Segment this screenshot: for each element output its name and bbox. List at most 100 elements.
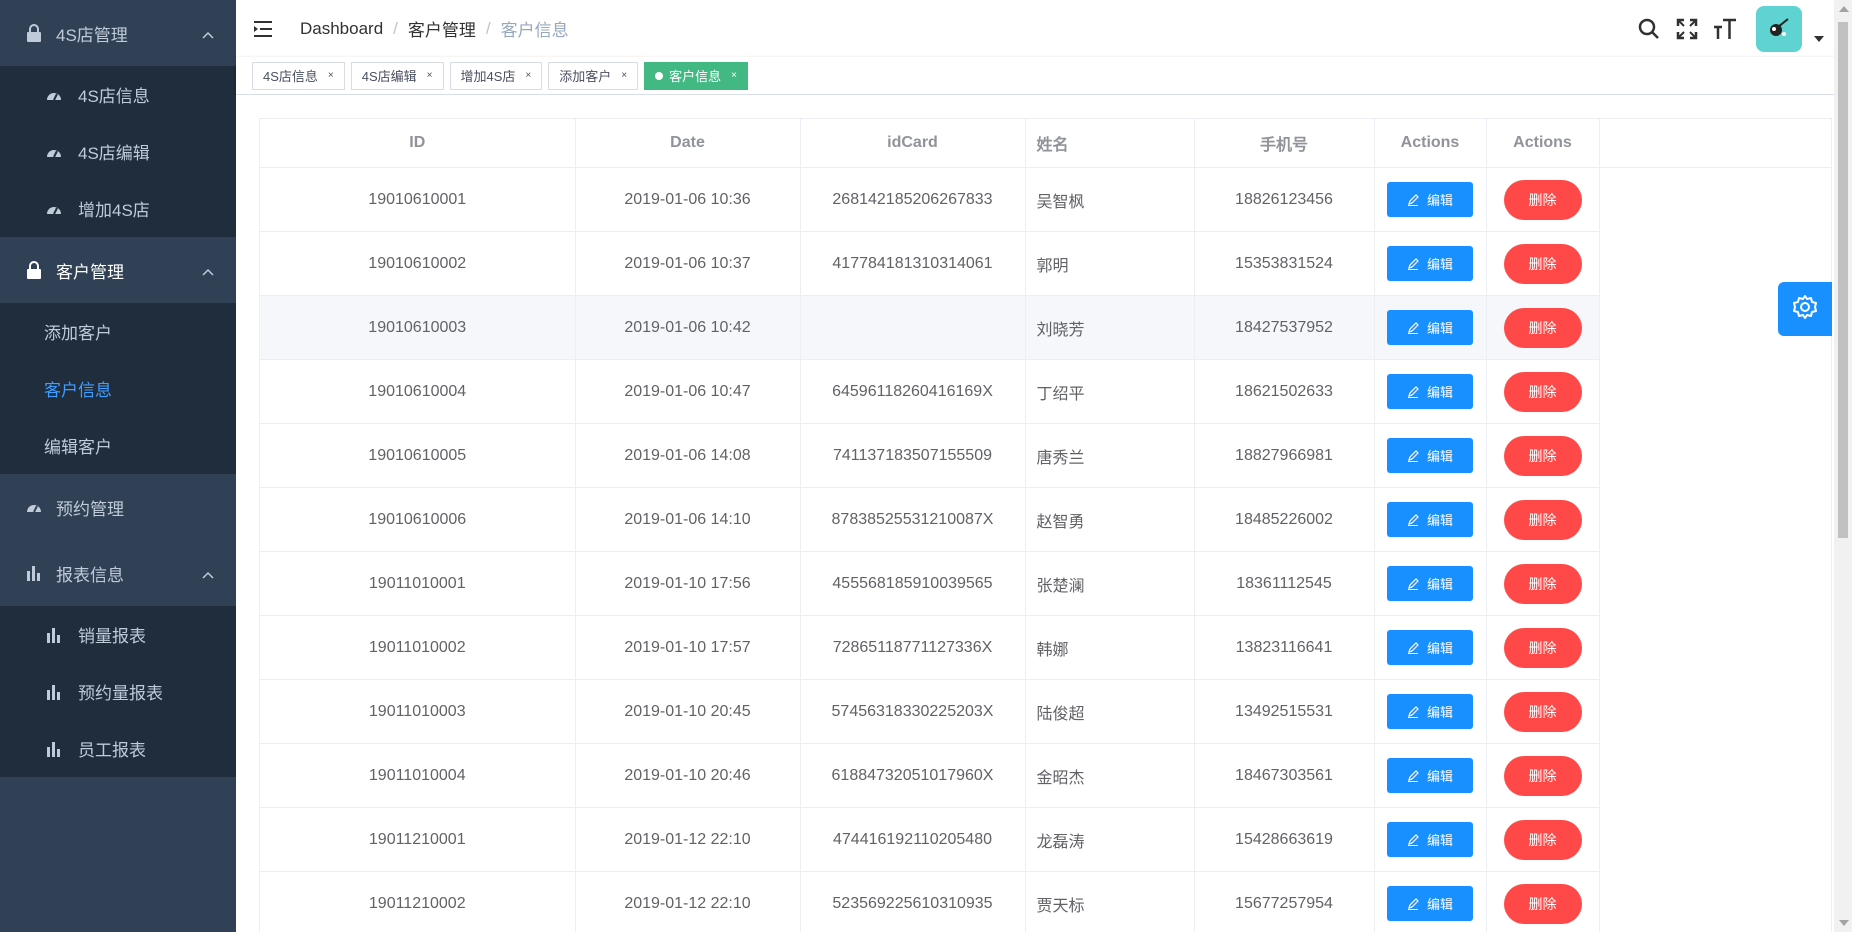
cell-date: 2019-01-10 20:46 xyxy=(575,743,801,808)
cell-phone: 15677257954 xyxy=(1194,871,1375,932)
tag-4s-info[interactable]: 4S店信息 × xyxy=(252,61,345,90)
edit-button[interactable]: 编辑 xyxy=(1387,310,1473,345)
close-icon[interactable]: × xyxy=(621,70,627,81)
cell-name: 丁绍平 xyxy=(1025,359,1195,424)
cell-date: 2019-01-06 14:10 xyxy=(575,487,801,552)
sidebar-item-sales-report[interactable]: 销量报表 xyxy=(0,606,236,663)
dashboard-icon xyxy=(44,145,64,159)
breadcrumb-dashboard[interactable]: Dashboard xyxy=(300,19,383,39)
cell-phone: 15353831524 xyxy=(1194,231,1375,296)
cell-date: 2019-01-06 10:37 xyxy=(575,231,801,296)
cell-idcard: 61884732051017960X xyxy=(800,743,1026,808)
navbar: Dashboard / 客户管理 / 客户信息 xyxy=(236,0,1852,57)
delete-button[interactable]: 删除 xyxy=(1503,179,1582,220)
caret-down-icon[interactable] xyxy=(1814,29,1824,47)
settings-button[interactable] xyxy=(1778,282,1832,336)
sidebar-item-employee-report[interactable]: 员工报表 xyxy=(0,720,236,777)
table-header-row: ID Date idCard 姓名 手机号 Actions Actions xyxy=(260,119,1831,168)
sidebar-item-appointment-report[interactable]: 预约量报表 xyxy=(0,663,236,720)
fullscreen-icon[interactable] xyxy=(1674,16,1700,42)
scroll-down-arrow-icon[interactable] xyxy=(1839,920,1849,926)
cell-idcard: 72865118771127336X xyxy=(800,615,1026,680)
close-icon[interactable]: × xyxy=(328,70,334,81)
edit-button[interactable]: 编辑 xyxy=(1387,182,1473,217)
sidebar-item-4s-add[interactable]: 增加4S店 xyxy=(0,180,236,237)
cell-id: 19010610006 xyxy=(260,487,576,552)
delete-button[interactable]: 删除 xyxy=(1503,243,1582,284)
tag-customer-info[interactable]: 客户信息 × xyxy=(644,61,748,90)
close-icon[interactable]: × xyxy=(731,70,737,81)
column-header-name[interactable]: 姓名 xyxy=(1025,119,1195,168)
sidebar-item-add-customer[interactable]: 添加客户 xyxy=(0,303,236,360)
cell-delete-action: 删除 xyxy=(1486,679,1600,744)
column-header-actions[interactable]: Actions xyxy=(1486,119,1600,168)
tag-4s-edit[interactable]: 4S店编辑 × xyxy=(350,61,444,90)
cell-filler xyxy=(1599,871,1831,932)
column-header-phone[interactable]: 手机号 xyxy=(1194,119,1375,168)
delete-button[interactable]: 删除 xyxy=(1503,627,1582,668)
cell-idcard: 268142185206267833 xyxy=(800,167,1026,232)
scrollbar-thumb[interactable] xyxy=(1838,22,1848,538)
cell-phone: 18485226002 xyxy=(1194,487,1375,552)
chart-icon xyxy=(44,627,64,643)
cell-delete-action: 删除 xyxy=(1486,295,1600,360)
sidebar-item-edit-customer[interactable]: 编辑客户 xyxy=(0,417,236,474)
edit-button[interactable]: 编辑 xyxy=(1387,822,1473,857)
sidebar-item-customer-info[interactable]: 客户信息 xyxy=(0,360,236,417)
cell-delete-action: 删除 xyxy=(1486,743,1600,808)
cell-filler xyxy=(1599,807,1831,872)
menu-group-customer[interactable]: 客户管理 xyxy=(0,237,236,303)
edit-icon xyxy=(1407,193,1419,206)
menu-group-label: 预约管理 xyxy=(56,499,124,519)
menu-group-4s-store[interactable]: 4S店管理 xyxy=(0,0,236,66)
delete-button[interactable]: 删除 xyxy=(1503,755,1582,796)
delete-button[interactable]: 删除 xyxy=(1503,883,1582,924)
right-menu xyxy=(1624,0,1824,57)
font-size-icon[interactable] xyxy=(1712,16,1738,42)
sidebar-item-4s-info[interactable]: 4S店信息 xyxy=(0,66,236,123)
edit-button[interactable]: 编辑 xyxy=(1387,566,1473,601)
delete-button[interactable]: 删除 xyxy=(1503,371,1582,412)
table-row: 19010610001 2019-01-06 10:36 2681421852062… xyxy=(260,167,1831,232)
page-scrollbar[interactable] xyxy=(1834,0,1852,932)
edit-button[interactable]: 编辑 xyxy=(1387,758,1473,793)
submenu-4s-store: 4S店信息 4S店编辑 增加4S店 xyxy=(0,66,236,237)
delete-button[interactable]: 删除 xyxy=(1503,499,1582,540)
edit-button[interactable]: 编辑 xyxy=(1387,886,1473,921)
menu-group-appointment[interactable]: 预约管理 xyxy=(0,474,236,540)
edit-button[interactable]: 编辑 xyxy=(1387,694,1473,729)
column-header-id[interactable]: ID xyxy=(260,119,576,168)
search-icon[interactable] xyxy=(1636,16,1662,42)
delete-button[interactable]: 删除 xyxy=(1503,307,1582,348)
column-header-idcard[interactable]: idCard xyxy=(800,119,1026,168)
avatar[interactable] xyxy=(1756,5,1802,52)
edit-button[interactable]: 编辑 xyxy=(1387,246,1473,281)
edit-button[interactable]: 编辑 xyxy=(1387,374,1473,409)
menu-group-reports[interactable]: 报表信息 xyxy=(0,540,236,606)
column-header-actions[interactable]: Actions xyxy=(1374,119,1487,168)
edit-button[interactable]: 编辑 xyxy=(1387,502,1473,537)
hamburger-icon[interactable] xyxy=(254,19,274,39)
cell-date: 2019-01-12 22:10 xyxy=(575,807,801,872)
tag-add-customer[interactable]: 添加客户 × xyxy=(548,61,639,90)
active-dot-icon xyxy=(655,71,664,80)
delete-button[interactable]: 删除 xyxy=(1503,691,1582,732)
cell-filler xyxy=(1599,167,1831,232)
cell-filler xyxy=(1599,551,1831,616)
sidebar-item-4s-edit[interactable]: 4S店编辑 xyxy=(0,123,236,180)
delete-button[interactable]: 删除 xyxy=(1503,563,1582,604)
scroll-up-arrow-icon[interactable] xyxy=(1839,6,1849,12)
cell-filler xyxy=(1599,423,1831,488)
cell-date: 2019-01-12 22:10 xyxy=(575,871,801,932)
edit-button[interactable]: 编辑 xyxy=(1387,438,1473,473)
column-header-date[interactable]: Date xyxy=(575,119,801,168)
delete-button[interactable]: 删除 xyxy=(1503,819,1582,860)
delete-button[interactable]: 删除 xyxy=(1503,435,1582,476)
breadcrumb-customer-management[interactable]: 客户管理 xyxy=(408,16,476,41)
cell-date: 2019-01-06 10:42 xyxy=(575,295,801,360)
cell-edit-action: 编辑 xyxy=(1374,167,1487,232)
tag-4s-add[interactable]: 增加4S店 × xyxy=(449,61,543,90)
edit-button[interactable]: 编辑 xyxy=(1387,630,1473,665)
close-icon[interactable]: × xyxy=(525,70,531,81)
close-icon[interactable]: × xyxy=(427,70,433,81)
